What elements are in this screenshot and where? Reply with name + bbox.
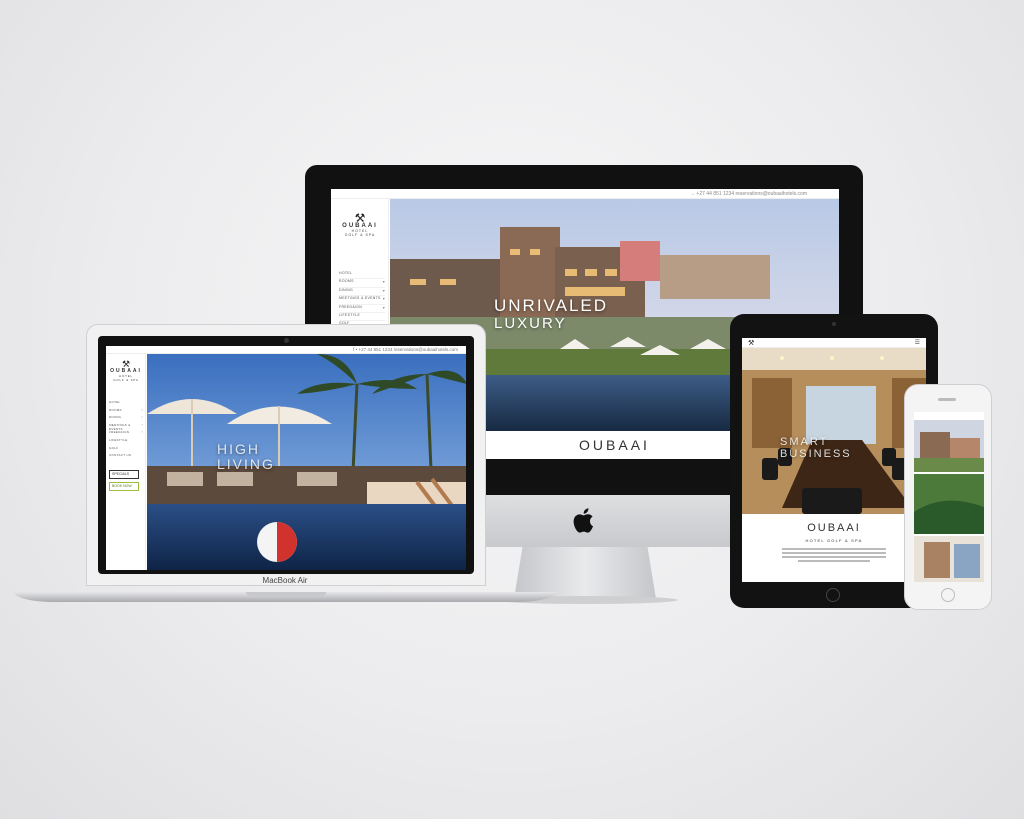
dolphin-logo-icon: ⚒ bbox=[121, 359, 131, 369]
nav-item-golf[interactable]: GOLF bbox=[109, 446, 143, 454]
nav-item-meetings[interactable]: MEETINGS & EVENTS › bbox=[109, 423, 143, 431]
macbook-notch bbox=[246, 592, 326, 596]
nav-item-dining[interactable]: DINING ▾ bbox=[339, 287, 385, 297]
home-button-icon[interactable] bbox=[941, 588, 955, 602]
nav-item-lifestyle[interactable]: LIFESTYLE bbox=[339, 313, 385, 322]
camera-icon bbox=[832, 322, 836, 326]
nav-item-freedaign[interactable]: FREEDAIGN ▾ bbox=[339, 305, 385, 313]
nav-item-dining[interactable]: DINING › bbox=[109, 415, 143, 423]
hero-title-line1: SMART bbox=[780, 436, 829, 448]
mobile-site-image bbox=[914, 412, 984, 582]
nav-item-hotel[interactable]: HOTEL bbox=[109, 400, 143, 408]
hero-title-line2: BUSINESS bbox=[780, 448, 852, 460]
macbook-model-label: MacBook Air bbox=[262, 576, 308, 585]
imac-topbar: → +27 44 851 1234 reservations@oubaaihot… bbox=[331, 189, 839, 199]
macbook-topbar: f • +27 44 851 1234 reservations@oubaaih… bbox=[106, 346, 466, 354]
chevron-down-icon: ▾ bbox=[382, 287, 385, 293]
macbook-screen: f • +27 44 851 1234 reservations@oubaaih… bbox=[106, 346, 466, 570]
body-text-block bbox=[782, 548, 886, 564]
nav-item-rooms[interactable]: ROOMS › bbox=[109, 408, 143, 416]
imac-logo[interactable]: ⚒ OUBAAI HOTEL GOLF & SPA bbox=[335, 211, 385, 237]
ipad-brand-sub: HOTEL GOLF & SPA bbox=[805, 538, 863, 543]
dolphin-logo-icon[interactable]: ⚒ bbox=[748, 339, 754, 347]
apple-logo-icon bbox=[573, 508, 593, 533]
hero-title-line1: UNRIVALED bbox=[494, 296, 609, 315]
ipad-topbar: ⚒ ☰ bbox=[742, 338, 926, 348]
logo-sub-golfspa: GOLF & SPA bbox=[113, 378, 139, 382]
chevron-down-icon: ▾ bbox=[382, 279, 385, 285]
book-now-button[interactable]: BOOK NOW bbox=[109, 482, 139, 491]
chevron-down-icon: ▾ bbox=[382, 296, 385, 302]
pool-umbrella-image bbox=[147, 354, 466, 570]
nav-item-meetings[interactable]: MEETINGS & EVENTS ▾ bbox=[339, 296, 385, 305]
hero-title-line1: HIGH bbox=[217, 441, 260, 457]
camera-icon bbox=[284, 338, 289, 343]
menu-icon[interactable]: ☰ bbox=[915, 339, 920, 346]
macbook-sidebar: ⚒ OUBAAI HOTEL GOLF & SPA HOTEL ROOMS › D… bbox=[106, 354, 146, 570]
hero-title-line2: LUXURY bbox=[494, 315, 567, 332]
chevron-down-icon: ▾ bbox=[382, 304, 385, 310]
ipad-screen: ⚒ ☰ SMART BUSINESS OUBAAI HOTEL GOLF & S… bbox=[742, 338, 926, 582]
chevron-right-icon: › bbox=[141, 430, 143, 435]
nav-item-rooms[interactable]: ROOMS ▾ bbox=[339, 279, 385, 288]
speaker-icon bbox=[938, 398, 956, 401]
chevron-right-icon: › bbox=[141, 415, 143, 420]
logo-sub-golfspa: GOLF & SPA bbox=[344, 233, 376, 237]
macbook-logo[interactable]: ⚒ OUBAAI HOTEL GOLF & SPA bbox=[108, 359, 144, 383]
chevron-right-icon: › bbox=[141, 422, 143, 427]
ipad-hero-image: SMART BUSINESS bbox=[742, 348, 926, 514]
dolphin-logo-icon: ⚒ bbox=[354, 211, 366, 225]
nav-item-contact[interactable]: CONTACT US bbox=[109, 453, 143, 461]
nav-item-hotel[interactable]: HOTEL bbox=[339, 271, 385, 280]
hero-title-line2: LIVING bbox=[217, 456, 275, 472]
home-button-icon[interactable] bbox=[826, 588, 840, 602]
nav-item-lifestyle[interactable]: LIFESTYLE bbox=[109, 438, 143, 446]
ipad-brand: OUBAAI bbox=[807, 522, 861, 534]
macbook-nav: HOTEL ROOMS › DINING › MEETINGS & EVENTS › … bbox=[109, 400, 143, 461]
specials-button[interactable]: SPECIALS bbox=[109, 470, 139, 479]
chevron-right-icon: › bbox=[141, 407, 143, 412]
nav-item-freedaign[interactable]: FREEDAIGN › bbox=[109, 430, 143, 438]
iphone-screen bbox=[914, 412, 984, 582]
boardroom-image bbox=[742, 348, 926, 514]
macbook-hero-image: HIGH LIVING bbox=[147, 354, 466, 570]
